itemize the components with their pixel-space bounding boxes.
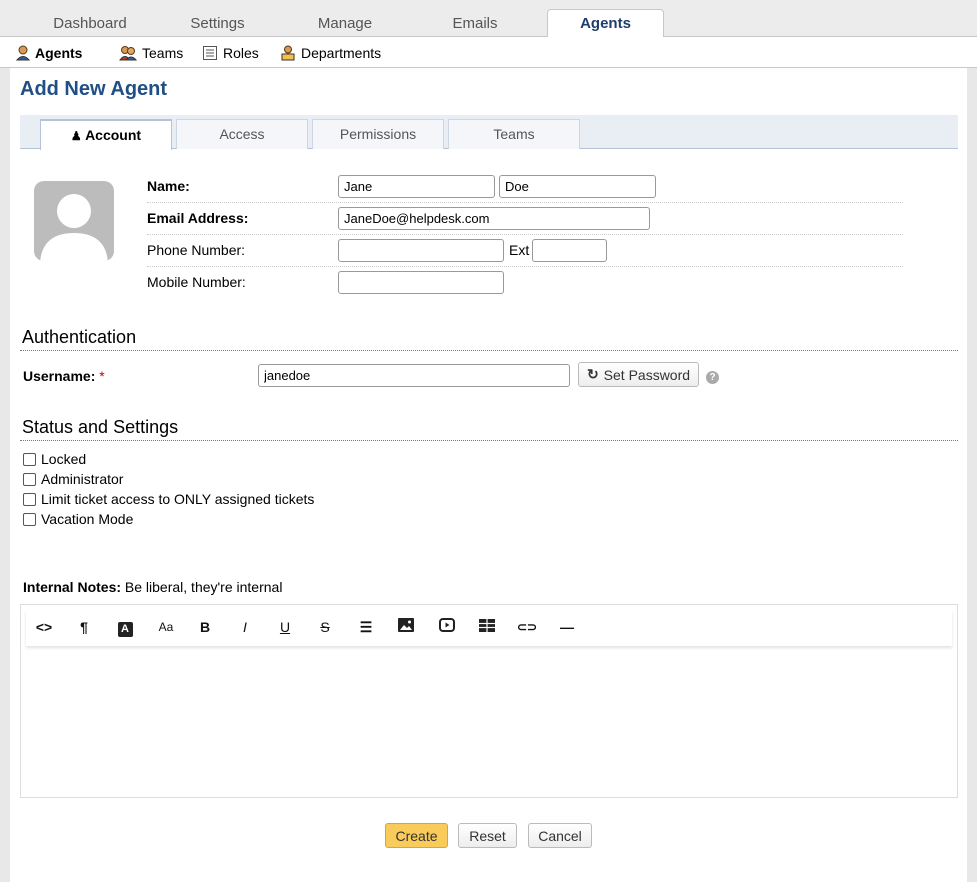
option-administrator[interactable]: Administrator	[23, 471, 123, 487]
cancel-button[interactable]: Cancel	[528, 823, 592, 848]
row-divider	[147, 202, 903, 203]
page-title: Add New Agent	[20, 78, 168, 100]
username-label: Username: *	[23, 368, 105, 384]
username-input[interactable]	[258, 364, 570, 387]
email-input[interactable]	[338, 207, 650, 230]
internal-notes-label-row: Internal Notes: Be liberal, they're inte…	[23, 579, 282, 595]
subnav-agents-label: Agents	[35, 45, 83, 61]
tab-access[interactable]: Access	[176, 119, 308, 149]
link-icon[interactable]: ⊂⊃	[516, 617, 538, 637]
create-button[interactable]: Create	[385, 823, 448, 848]
video-icon[interactable]	[436, 617, 458, 637]
avatar[interactable]	[34, 181, 114, 261]
paragraph-icon[interactable]: ¶	[73, 617, 95, 637]
section-divider	[20, 350, 958, 351]
locked-checkbox[interactable]	[23, 452, 36, 466]
administrator-checkbox[interactable]	[23, 472, 36, 486]
first-name-input[interactable]	[338, 175, 495, 198]
status-settings-heading: Status and Settings	[22, 417, 179, 437]
tab-account-label: Account	[85, 127, 142, 143]
name-label: Name:	[147, 178, 190, 194]
phone-input[interactable]	[338, 239, 504, 262]
required-mark: *	[99, 368, 105, 384]
roles-icon	[203, 46, 217, 60]
form-tabs: ♟ Account Access Permissions Teams	[20, 115, 958, 150]
code-view-icon[interactable]: <>	[33, 617, 55, 637]
horizontal-rule-icon[interactable]: —	[556, 617, 578, 637]
username-label-text: Username:	[23, 368, 96, 384]
ext-label: Ext	[509, 242, 530, 258]
vacation-mode-label: Vacation Mode	[41, 511, 134, 527]
phone-label: Phone Number:	[147, 242, 246, 258]
font-color-glyph: A	[117, 622, 133, 637]
authentication-heading: Authentication	[22, 327, 137, 347]
tab-dashboard[interactable]: Dashboard	[40, 10, 140, 37]
mobile-input[interactable]	[338, 271, 504, 294]
underline-icon[interactable]: U	[274, 617, 296, 637]
set-password-button[interactable]: ↻ Set Password	[578, 362, 699, 387]
locked-label: Locked	[41, 451, 87, 467]
font-size-icon[interactable]: Aa	[155, 617, 177, 637]
font-color-icon[interactable]: A	[114, 617, 136, 637]
email-label: Email Address:	[147, 210, 249, 226]
list-icon[interactable]: ☰	[355, 617, 377, 637]
tab-permissions[interactable]: Permissions	[312, 119, 444, 149]
italic-icon[interactable]: I	[234, 617, 256, 637]
internal-notes-hint: Be liberal, they're internal	[124, 579, 283, 595]
option-locked[interactable]: Locked	[23, 451, 86, 467]
set-password-label: Set Password	[603, 366, 691, 383]
limit-access-label: Limit ticket access to ONLY assigned tic…	[41, 491, 315, 507]
image-glyph	[398, 618, 414, 632]
mobile-label: Mobile Number:	[147, 274, 246, 290]
tab-settings[interactable]: Settings	[170, 10, 265, 37]
subnav-teams[interactable]: Teams	[119, 43, 183, 63]
last-name-input[interactable]	[499, 175, 656, 198]
sub-nav: Agents Teams Roles Departments	[0, 37, 977, 68]
refresh-icon: ↻	[586, 366, 599, 382]
vacation-mode-checkbox[interactable]	[23, 512, 36, 526]
ext-input[interactable]	[532, 239, 607, 262]
tab-manage[interactable]: Manage	[295, 10, 395, 37]
teams-icon	[119, 46, 137, 61]
reset-button[interactable]: Reset	[458, 823, 517, 848]
tab-teams[interactable]: Teams	[448, 119, 580, 149]
agent-icon	[16, 45, 30, 61]
top-nav: Dashboard Settings Manage Emails Agents	[0, 0, 977, 38]
subnav-roles-label: Roles	[223, 45, 259, 61]
subnav-agents[interactable]: Agents	[16, 43, 82, 63]
option-limit-access[interactable]: Limit ticket access to ONLY assigned tic…	[23, 491, 314, 507]
row-divider	[147, 234, 903, 235]
video-glyph	[439, 618, 455, 632]
subnav-teams-label: Teams	[142, 45, 184, 61]
table-icon[interactable]	[476, 617, 498, 637]
image-icon[interactable]	[395, 617, 417, 637]
option-vacation-mode[interactable]: Vacation Mode	[23, 511, 133, 527]
avatar-placeholder-icon	[40, 194, 108, 261]
table-glyph	[479, 619, 495, 632]
user-icon: ♟	[70, 129, 82, 143]
subnav-roles[interactable]: Roles	[202, 43, 259, 63]
help-icon[interactable]: ?	[706, 371, 719, 384]
tab-emails[interactable]: Emails	[425, 10, 525, 37]
internal-notes-label: Internal Notes:	[23, 579, 122, 595]
strikethrough-icon[interactable]: S	[314, 617, 336, 637]
scrollbar[interactable]	[967, 68, 977, 882]
administrator-label: Administrator	[41, 471, 124, 487]
limit-access-checkbox[interactable]	[23, 492, 36, 506]
tab-agents[interactable]: Agents	[547, 9, 664, 38]
subnav-departments[interactable]: Departments	[280, 43, 381, 63]
section-divider	[20, 440, 958, 441]
subnav-departments-label: Departments	[301, 45, 382, 61]
tab-account[interactable]: ♟ Account	[40, 119, 172, 150]
bold-icon[interactable]: B	[194, 617, 216, 637]
departments-icon	[281, 45, 295, 61]
row-divider	[147, 266, 903, 267]
